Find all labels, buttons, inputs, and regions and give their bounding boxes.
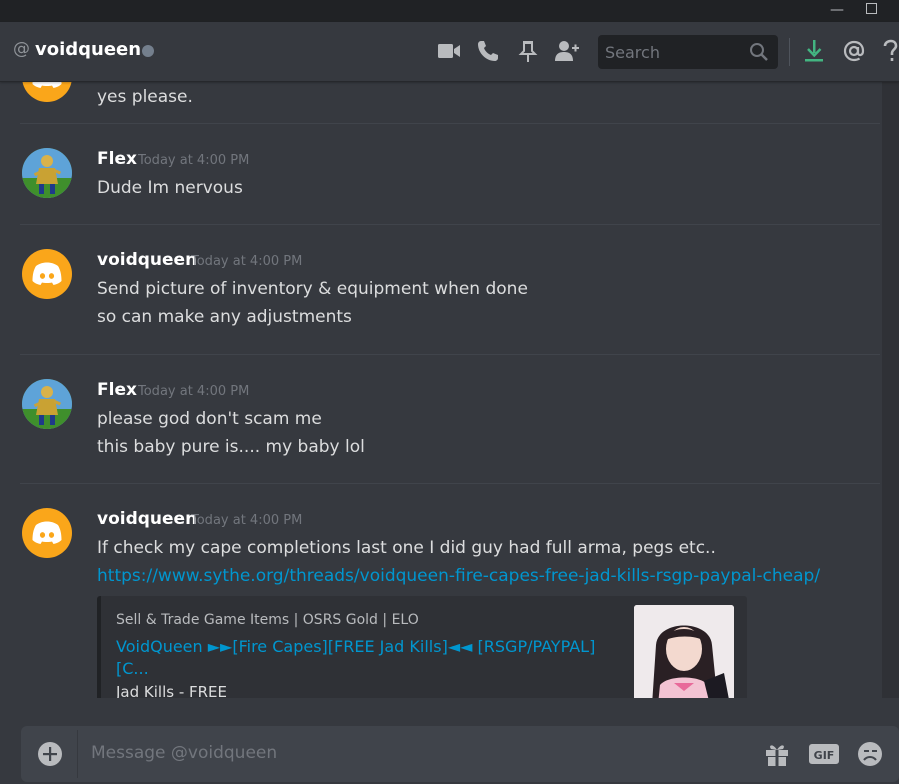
voice-call-icon[interactable] <box>475 38 501 64</box>
message-group: Flex Today at 4:00 PM Dude Im nervous <box>0 146 880 206</box>
emoji-icon[interactable] <box>855 739 885 769</box>
message-group: Flex Today at 4:00 PM please god don't s… <box>0 377 880 467</box>
character-portrait-icon <box>22 148 72 198</box>
link-embed: Sell & Trade Game Items | OSRS Gold | EL… <box>97 596 747 698</box>
message-divider <box>20 483 880 484</box>
embed-title-line[interactable]: VoidQueen ►►[Fire Capes][FREE Jad Kills]… <box>116 636 616 658</box>
help-icon[interactable] <box>881 38 899 64</box>
person-photo-icon <box>634 605 734 698</box>
channel-header: @ voidqueen Search <box>0 22 899 82</box>
message-group: yes please. <box>0 82 880 122</box>
offline-status-icon <box>142 45 154 57</box>
message-author[interactable]: voidqueen <box>97 250 197 270</box>
message-text: If check my cape completions last one I … <box>97 538 716 558</box>
discord-logo-icon <box>32 82 62 88</box>
gif-icon[interactable]: GIF <box>807 739 841 769</box>
message-author[interactable]: Flex <box>97 380 137 400</box>
embed-description: Jad Kills - FREE <box>116 683 228 698</box>
message-author[interactable]: Flex <box>97 149 137 169</box>
message-text: so can make any adjustments <box>97 307 352 327</box>
character-portrait-icon <box>22 379 72 429</box>
download-icon[interactable] <box>801 38 827 64</box>
video-call-icon[interactable] <box>436 38 462 64</box>
message-author[interactable]: voidqueen <box>97 509 197 529</box>
discord-logo-icon <box>32 262 62 285</box>
window-titlebar: — <box>0 0 899 22</box>
composer-area: Message @voidqueen GIF <box>0 698 899 784</box>
message-timestamp: Today at 4:00 PM <box>138 384 250 399</box>
dm-recipient-name: voidqueen <box>35 39 142 60</box>
discord-logo-avatar[interactable] <box>22 508 72 558</box>
embed-title-link[interactable]: VoidQueen ►►[Fire Capes][FREE Jad Kills]… <box>116 636 616 680</box>
composer-divider <box>77 730 78 778</box>
runescape-character-avatar[interactable] <box>22 148 72 198</box>
profile-photo-thumbnail[interactable] <box>634 605 734 698</box>
message-text: Send picture of inventory & equipment wh… <box>97 279 528 299</box>
search-input[interactable]: Search <box>598 35 778 69</box>
embed-title-line[interactable]: [C... <box>116 658 616 680</box>
runescape-character-avatar[interactable] <box>22 379 72 429</box>
message-text: yes please. <box>97 87 193 107</box>
message-divider <box>20 224 880 225</box>
discord-logo-icon <box>32 521 62 544</box>
message-timestamp: Today at 4:00 PM <box>138 153 250 168</box>
search-icon <box>750 43 768 61</box>
maximize-window-button[interactable] <box>866 3 877 14</box>
message-timestamp: Today at 4:00 PM <box>191 254 303 269</box>
header-divider <box>789 38 790 66</box>
search-placeholder: Search <box>605 43 660 62</box>
message-timestamp: Today at 4:00 PM <box>191 513 303 528</box>
message-link[interactable]: https://www.sythe.org/threads/voidqueen-… <box>97 566 820 586</box>
message-group: voidqueen Today at 4:00 PM Send picture … <box>0 247 880 337</box>
embed-provider: Sell & Trade Game Items | OSRS Gold | EL… <box>116 612 419 628</box>
message-text: Dude Im nervous <box>97 178 243 198</box>
scrollbar-track[interactable] <box>882 82 899 698</box>
message-text: please god don't scam me <box>97 409 322 429</box>
discord-logo-avatar[interactable] <box>22 82 72 102</box>
upload-plus-icon[interactable] <box>37 741 63 767</box>
gif-label: GIF <box>814 749 835 762</box>
discord-logo-avatar[interactable] <box>22 249 72 299</box>
gift-icon[interactable] <box>762 739 792 769</box>
message-list[interactable]: yes please. Flex Today at 4:00 PM Dude I… <box>0 82 899 698</box>
message-placeholder: Message @voidqueen <box>91 743 278 763</box>
message-text: this baby pure is.... my baby lol <box>97 437 365 457</box>
message-input[interactable]: Message @voidqueen GIF <box>21 726 899 782</box>
message-divider <box>20 354 880 355</box>
add-friend-icon[interactable] <box>553 38 579 64</box>
dm-at-icon: @ <box>13 39 30 59</box>
message-divider <box>20 123 880 124</box>
pin-icon[interactable] <box>515 38 541 64</box>
minimize-window-button[interactable]: — <box>830 2 844 18</box>
mentions-icon[interactable] <box>841 38 867 64</box>
